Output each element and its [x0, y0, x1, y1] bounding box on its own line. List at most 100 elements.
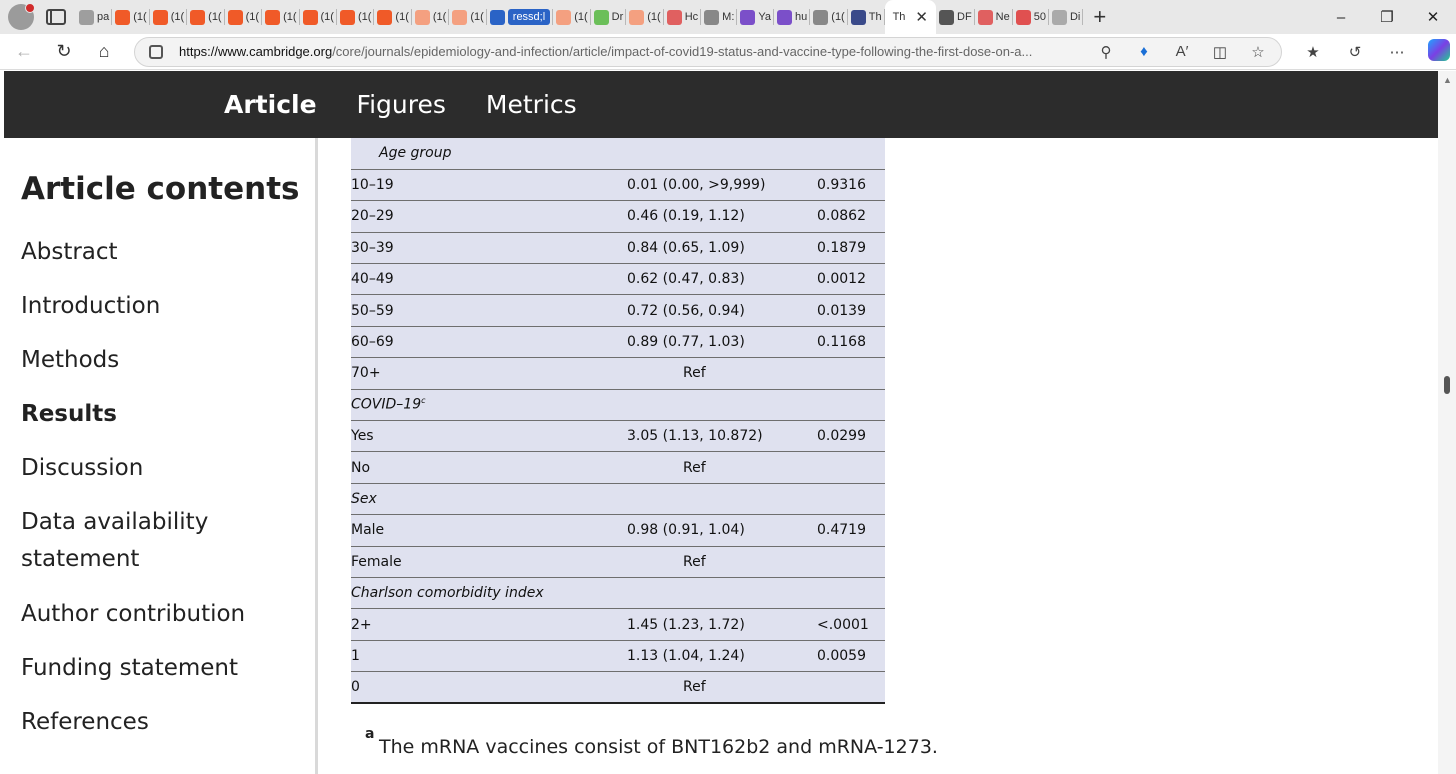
browser-tab[interactable]: Ne: [975, 0, 1013, 34]
browser-tab[interactable]: Hc: [664, 0, 702, 34]
table-category-row: Age group: [351, 138, 885, 170]
p-value-cell: 0.0862: [817, 200, 885, 233]
refresh-icon[interactable]: ↻: [48, 36, 80, 68]
tab-actions-icon[interactable]: [46, 9, 66, 25]
sidebar-item-results[interactable]: Results: [21, 396, 301, 433]
browser-tab[interactable]: (1(: [374, 0, 412, 34]
p-value-cell: <.0001: [817, 608, 885, 641]
tab-separator: [1082, 9, 1084, 25]
browser-tab[interactable]: (1(: [150, 0, 188, 34]
address-bar-row: ← ↻ ⌂ https://www.cambridge.org/core/jou…: [0, 34, 1456, 70]
sidebar-item-funding-statement[interactable]: Funding statement: [21, 650, 301, 687]
url-text[interactable]: https://www.cambridge.org/core/journals/…: [179, 44, 1069, 59]
table-row: Yes 3.05 (1.13, 10.872) 0.0299: [351, 420, 885, 453]
browser-tab[interactable]: ressd;l: [487, 0, 554, 34]
table-row: 0 Ref: [351, 671, 885, 705]
results-table: Age group 10–19 0.01 (0.00, >9,999) 0.9316 2…: [351, 138, 885, 705]
footnote-text: The mRNA vaccines consist of BNT162b2 an…: [379, 736, 938, 758]
tab-label: Di: [1069, 11, 1081, 23]
read-aloud-icon[interactable]: A′: [1163, 43, 1201, 60]
reference-cell: Ref: [627, 546, 817, 578]
browser-tab[interactable]: (1(: [553, 0, 591, 34]
browser-tab[interactable]: (1(: [449, 0, 487, 34]
nav-tab-figures[interactable]: Figures: [357, 90, 446, 119]
home-icon[interactable]: ⌂: [88, 36, 120, 68]
favorites-icon[interactable]: ★: [1292, 43, 1334, 61]
sidebar-item-author-contribution[interactable]: Author contribution: [21, 596, 301, 633]
tab-label: (1(: [245, 11, 260, 23]
browser-tab[interactable]: (1(: [262, 0, 300, 34]
split-screen-icon[interactable]: ◫: [1201, 43, 1239, 61]
browser-tab[interactable]: Ya: [737, 0, 775, 34]
close-window-icon[interactable]: ✕: [1410, 8, 1456, 26]
empty-p-cell: [817, 671, 885, 705]
history-icon[interactable]: ↺: [1334, 43, 1376, 61]
browser-tab[interactable]: (1(: [810, 0, 848, 34]
zoom-icon[interactable]: ⚲: [1087, 43, 1125, 61]
sidebar-item-data-availability-statement[interactable]: Data availability statement: [21, 504, 301, 578]
browser-tab[interactable]: (1(: [225, 0, 263, 34]
tab-favicon-icon: [666, 9, 682, 25]
tab-label: (1(: [395, 11, 409, 23]
sidebar-item-methods[interactable]: Methods: [21, 342, 301, 379]
minimize-icon[interactable]: –: [1318, 9, 1364, 26]
nav-tab-article[interactable]: Article: [224, 90, 317, 119]
browser-tab[interactable]: (1(: [412, 0, 450, 34]
tab-strip: pa (1((1((1((1((1((1((1((1((1((1(ressd;l (…: [76, 0, 1084, 34]
browser-tab[interactable]: (1(: [626, 0, 664, 34]
browser-tab[interactable]: M:: [701, 0, 738, 34]
browser-tab[interactable]: pa: [76, 0, 113, 34]
tab-favicon-icon: [265, 9, 281, 25]
tab-favicon-icon: [1051, 9, 1067, 25]
table-row: 10–19 0.01 (0.00, >9,999) 0.9316: [351, 169, 885, 202]
profile-avatar[interactable]: [8, 3, 35, 30]
level-cell: 40–49: [351, 263, 627, 296]
sidebar-item-references[interactable]: References: [21, 704, 301, 741]
tab-label: (1(: [470, 11, 484, 23]
close-tab-icon[interactable]: ✕: [915, 8, 928, 26]
url-field[interactable]: https://www.cambridge.org/core/journals/…: [134, 36, 1282, 67]
browser-tab[interactable]: Di: [1049, 0, 1084, 34]
sidebar-item-discussion[interactable]: Discussion: [21, 450, 301, 487]
browser-tab[interactable]: Th: [848, 0, 885, 34]
tab-label: (1(: [357, 11, 372, 23]
active-browser-tab[interactable]: Th ✕: [884, 0, 936, 34]
browser-tab[interactable]: Dr: [591, 0, 627, 34]
new-tab-button[interactable]: +: [1093, 4, 1106, 30]
browser-tab[interactable]: (1(: [112, 0, 150, 34]
level-cell: Male: [351, 514, 627, 547]
table-row: 1 1.13 (1.04, 1.24) 0.0059: [351, 640, 885, 673]
browser-tab[interactable]: hu: [774, 0, 811, 34]
sidebar-item-introduction[interactable]: Introduction: [21, 288, 301, 325]
back-icon[interactable]: ←: [8, 36, 40, 68]
level-cell: 10–19: [351, 169, 627, 202]
tab-favicon-icon: [115, 9, 131, 25]
scroll-thumb[interactable]: [1444, 376, 1450, 394]
url-host: https://www.cambridge.org: [179, 44, 333, 59]
reference-cell: Ref: [627, 671, 817, 705]
sidebar-item-abstract[interactable]: Abstract: [21, 234, 301, 271]
table-row: 60–69 0.89 (0.77, 1.03) 0.1168: [351, 326, 885, 359]
site-info-icon[interactable]: [149, 44, 163, 59]
favorite-star-icon[interactable]: ☆: [1239, 43, 1277, 61]
page-scrollbar[interactable]: ▲: [1438, 71, 1456, 774]
browser-tab[interactable]: (1(: [337, 0, 375, 34]
browser-tab[interactable]: (1(: [187, 0, 225, 34]
nav-tab-metrics[interactable]: Metrics: [486, 90, 577, 119]
more-menu-icon[interactable]: ⋯: [1376, 43, 1418, 61]
level-cell: Yes: [351, 420, 627, 453]
browser-tab[interactable]: (1(: [300, 0, 337, 34]
footnote-ref[interactable]: c: [421, 396, 425, 405]
tab-label: Th: [868, 11, 882, 23]
restore-icon[interactable]: ❐: [1364, 8, 1410, 26]
shopping-tag-icon[interactable]: ♦: [1125, 43, 1163, 60]
table-row: 20–29 0.46 (0.19, 1.12) 0.0862: [351, 200, 885, 233]
browser-tab[interactable]: 50: [1013, 0, 1049, 34]
tab-favicon-icon: [302, 9, 318, 25]
copilot-icon[interactable]: [1418, 38, 1456, 65]
tab-favicon-icon: [1015, 9, 1031, 25]
browser-tab[interactable]: DF: [936, 0, 975, 34]
scroll-up-icon[interactable]: ▲: [1443, 75, 1452, 85]
url-actions: ⚲ ♦ A′ ◫ ☆: [1087, 43, 1277, 61]
p-value-cell: 0.0059: [817, 640, 885, 673]
